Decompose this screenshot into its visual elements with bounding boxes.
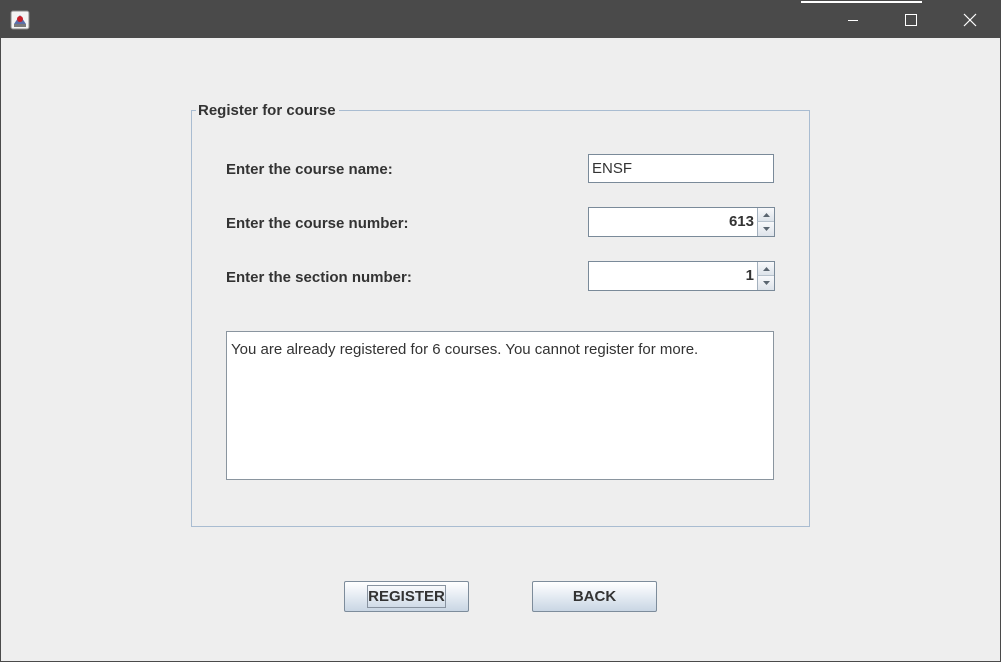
maximize-icon bbox=[905, 13, 917, 26]
section-number-decrement-button[interactable] bbox=[757, 276, 774, 290]
chevron-down-icon bbox=[762, 281, 770, 285]
course-number-spinner[interactable]: 613 bbox=[588, 207, 775, 237]
chevron-up-icon bbox=[762, 212, 770, 217]
register-button[interactable]: REGISTER bbox=[344, 581, 469, 612]
section-number-value: 1 bbox=[745, 267, 754, 284]
java-app-icon bbox=[10, 10, 30, 30]
minimize-icon bbox=[848, 19, 858, 21]
course-name-field[interactable]: ENSF bbox=[588, 154, 774, 183]
register-button-label: REGISTER bbox=[368, 588, 445, 605]
group-box-title: Register for course bbox=[196, 102, 339, 120]
course-number-increment-button[interactable] bbox=[757, 208, 774, 222]
course-number-decrement-button[interactable] bbox=[757, 222, 774, 236]
close-icon bbox=[963, 13, 977, 26]
message-text: You are already registered for 6 courses… bbox=[231, 341, 699, 358]
course-number-value: 613 bbox=[728, 213, 754, 230]
chevron-up-icon bbox=[762, 266, 770, 271]
close-button[interactable] bbox=[941, 1, 999, 38]
message-text-area[interactable]: You are already registered for 6 courses… bbox=[226, 331, 774, 480]
back-button-label: BACK bbox=[572, 588, 617, 605]
course-number-label: Enter the course number: bbox=[226, 215, 409, 232]
course-name-value: ENSF bbox=[592, 160, 633, 177]
maximize-button[interactable] bbox=[882, 1, 940, 38]
back-button[interactable]: BACK bbox=[532, 581, 657, 612]
course-name-label: Enter the course name: bbox=[226, 161, 393, 178]
title-bar[interactable] bbox=[1, 1, 1000, 38]
section-number-label: Enter the section number: bbox=[226, 269, 412, 286]
section-number-increment-button[interactable] bbox=[757, 262, 774, 276]
chevron-down-icon bbox=[762, 227, 770, 231]
minimize-button[interactable] bbox=[824, 1, 882, 38]
section-number-spinner[interactable]: 1 bbox=[588, 261, 775, 291]
